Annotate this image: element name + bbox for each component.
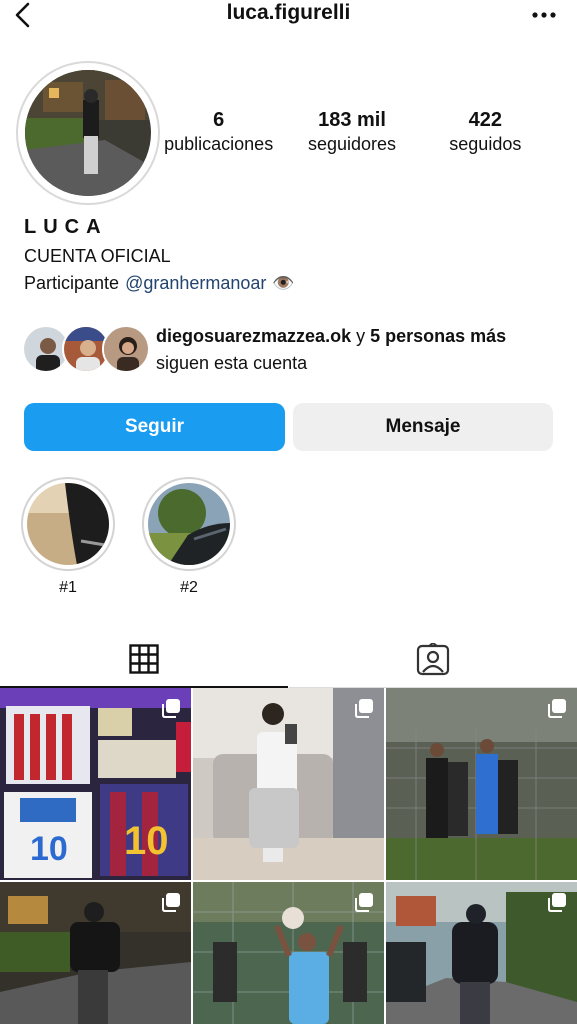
mutual-others: 5 personas más (370, 326, 507, 346)
story-highlight[interactable]: #2 (142, 477, 236, 597)
follow-button[interactable]: Seguir (24, 403, 285, 451)
tab-posts[interactable] (0, 632, 288, 688)
bio-mention-link[interactable]: @granhermanoar (125, 273, 266, 294)
multiple-photos-icon (548, 893, 566, 912)
post-thumbnail[interactable] (386, 688, 577, 880)
multiple-photos-icon (162, 893, 180, 912)
mutual-avatars (22, 323, 150, 375)
multiple-photos-icon (548, 699, 566, 718)
post-thumbnail[interactable] (193, 882, 384, 1024)
post-thumbnail[interactable]: 10 10 (0, 688, 191, 880)
post-thumbnail[interactable] (0, 882, 191, 1024)
message-button[interactable]: Mensaje (293, 403, 553, 451)
profile-avatar-ring[interactable] (16, 61, 160, 205)
highlight-ring (21, 477, 115, 571)
tagged-person-icon (416, 642, 450, 675)
svg-text:10: 10 (30, 830, 68, 868)
top-bar: luca.figurelli (0, 0, 577, 34)
stat-value: 422 (468, 109, 502, 131)
multiple-photos-icon (355, 699, 373, 718)
avatar (102, 325, 150, 373)
stat-value: 183 mil (318, 109, 386, 131)
post-thumbnail[interactable] (193, 688, 384, 880)
stat-following[interactable]: 422 seguidos (419, 108, 552, 156)
more-horizontal-icon (532, 12, 556, 18)
post-thumbnail[interactable] (386, 882, 577, 1024)
profile-stats: 6 publicaciones 183 mil seguidores 422 s… (152, 108, 552, 156)
more-options-button[interactable] (529, 0, 559, 30)
grid-icon (129, 644, 159, 674)
profile-display-name: LUCA (24, 216, 108, 238)
mutual-suffix: siguen esta cuenta (156, 353, 308, 373)
profile-username: luca.figurelli (226, 1, 351, 24)
stat-posts[interactable]: 6 publicaciones (152, 108, 285, 156)
stat-value: 6 (213, 109, 225, 131)
highlight-label: #2 (180, 579, 198, 596)
highlight-label: #1 (59, 579, 77, 596)
stat-followers[interactable]: 183 mil seguidores (285, 108, 418, 156)
highlight-cover (27, 483, 109, 565)
mutual-followers-text: diegosuarezmazzea.ok y 5 personas más si… (156, 323, 536, 377)
multiple-photos-icon (162, 699, 180, 718)
stat-label: publicaciones (164, 134, 274, 154)
highlight-ring (142, 477, 236, 571)
eye-emoji: 👁️ (272, 273, 295, 293)
svg-text:10: 10 (124, 819, 169, 863)
mutual-followers[interactable]: diegosuarezmazzea.ok y 5 personas más si… (22, 323, 536, 377)
mutual-username: diegosuarezmazzea.ok (156, 326, 352, 346)
multiple-photos-icon (355, 893, 373, 912)
profile-tabs (0, 632, 577, 688)
stat-label: seguidos (449, 134, 522, 154)
tab-tagged[interactable] (289, 632, 577, 688)
stat-label: seguidores (307, 134, 397, 154)
highlight-cover (148, 483, 230, 565)
bio-line-mention: Participante @granhermanoar 👁️ (24, 273, 295, 294)
profile-avatar (25, 70, 151, 196)
bio-line: CUENTA OFICIAL (24, 246, 171, 266)
mutual-connector: y (351, 326, 371, 346)
bio-text: Participante (24, 273, 120, 293)
story-highlight[interactable]: #1 (21, 477, 115, 597)
